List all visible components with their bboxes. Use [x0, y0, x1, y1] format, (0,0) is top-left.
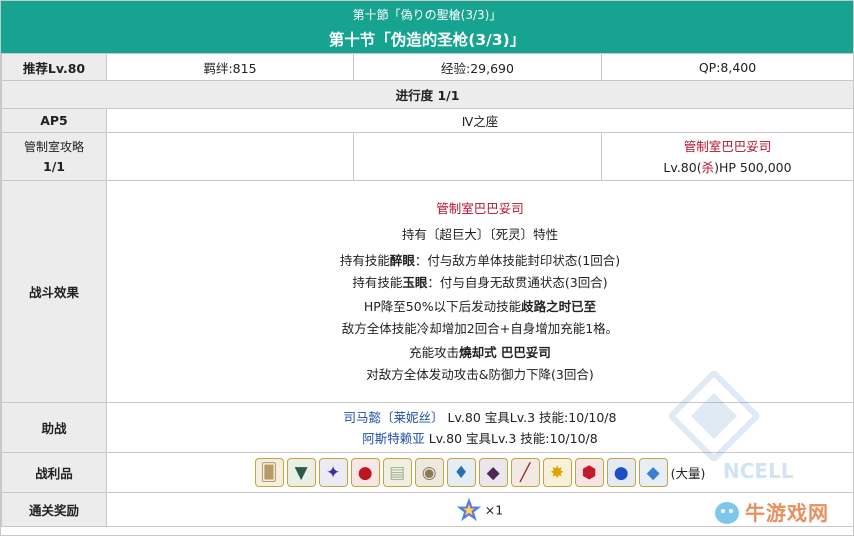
wave-label-line2: 1/1 [43, 158, 65, 174]
support-servant-1-link[interactable]: 司马懿〔莱妮丝〕 [344, 410, 444, 425]
blood-drop-icon[interactable]: ● [350, 458, 380, 487]
lantern-icon[interactable]: ♦ [446, 458, 476, 487]
support-row: 助战 司马懿〔莱妮丝〕 Lv.80 宝具Lv.3 技能:10/10/8 阿斯特赖… [1, 402, 854, 453]
enemy-class: 杀 [701, 159, 715, 175]
quest-header: 第十節「偽りの聖槍(3/3)」 第十节「伪造的圣枪(3/3)」 [1, 1, 853, 53]
map-scroll-icon[interactable]: ▤ [382, 458, 412, 487]
reward-count: ×1 [484, 502, 504, 517]
drops-suffix: (大量) [670, 466, 706, 481]
enemy-slot-empty-2 [353, 132, 602, 181]
skill1-line: 持有技能醉眼：付与敌方单体技能封印状态(1回合) [107, 253, 853, 269]
enemy-hp: )HP 500,000 [714, 159, 792, 175]
battle-effect-row: 战斗效果 管制室巴巴妥司 持有〔超巨大〕〔死灵〕特性 持有技能醉眼：付与敌方单体… [1, 180, 854, 403]
wave-label: 管制室攻略 1/1 [1, 132, 107, 181]
boss-name-link[interactable]: 管制室巴巴妥司 [107, 201, 853, 217]
np-prefix: 充能攻击 [409, 344, 460, 360]
craft-essence-icon[interactable]: 🂠 [254, 458, 284, 487]
support-content: 司马懿〔莱妮丝〕 Lv.80 宝具Lv.3 技能:10/10/8 阿斯特赖亚 L… [106, 402, 854, 453]
support-entry-1: 司马懿〔莱妮丝〕 Lv.80 宝具Lv.3 技能:10/10/8 [107, 407, 853, 428]
shell-icon[interactable]: ◉ [414, 458, 444, 487]
saint-quartz-icon[interactable] [456, 497, 482, 522]
skill2-prefix: 持有技能 [352, 274, 403, 290]
skill2-effect: ：付与自身无敌贯通状态(3回合) [427, 274, 608, 290]
quest-title-jp: 第十節「偽りの聖槍(3/3)」 [352, 8, 502, 22]
dragon-wing-icon[interactable]: ▼ [286, 458, 316, 487]
exp-points: 经验:29,690 [353, 53, 602, 81]
support-servant-1-detail: Lv.80 宝具Lv.3 技能:10/10/8 [443, 409, 617, 425]
hp-trigger-effect: 敌方全体技能冷却增加2回合+自身增加充能1格。 [341, 320, 619, 336]
skill1-prefix: 持有技能 [339, 252, 390, 268]
ap-row: AP5 Ⅳ之座 [1, 108, 854, 133]
dark-crystal-icon[interactable]: ◆ [478, 458, 508, 487]
drop-items: 🂠 ▼ ✦ ● ▤ ◉ ♦ ◆ ╱ ✸ ⬢ ● ◆ (大量) [107, 458, 853, 487]
battle-effect-content: 管制室巴巴妥司 持有〔超巨大〕〔死灵〕特性 持有技能醉眼：付与敌方单体技能封印状… [106, 180, 854, 403]
battle-effect-label: 战斗效果 [1, 180, 107, 403]
np-name: 燒却式 巴巴妥司 [459, 344, 551, 360]
bone-icon[interactable]: ╱ [510, 458, 540, 487]
qp-reward: QP:8,400 [601, 53, 854, 81]
recommended-level: 推荐Lv.80 [1, 53, 107, 81]
quest-title-cn: 第十节「伪造的圣枪(3/3)」 [328, 31, 526, 49]
enemy-level: Lv.80( [663, 159, 702, 175]
blue-orb-icon[interactable]: ● [606, 458, 636, 487]
support-entry-2: 阿斯特赖亚 Lv.80 宝具Lv.3 技能:10/10/8 [107, 428, 853, 449]
skill1-effect: ：付与敌方单体技能封印状态(1回合) [414, 252, 621, 268]
hp-trigger-line: HP降至50%以下后发动技能歧路之时已至 [107, 299, 853, 315]
drops-content: 🂠 ▼ ✦ ● ▤ ◉ ♦ ◆ ╱ ✸ ⬢ ● ◆ (大量) [106, 452, 854, 493]
enemy-stats: Lv.80(杀)HP 500,000 [602, 157, 853, 178]
enemy-slot-boss: 管制室巴巴妥司 Lv.80(杀)HP 500,000 [601, 132, 854, 181]
progress-label: 进行度 1/1 [1, 80, 854, 109]
clear-reward-label: 通关奖励 [1, 492, 107, 527]
enemy-slot-empty-1 [106, 132, 354, 181]
hp-trigger-prefix: HP降至50%以下后发动技能 [363, 298, 522, 314]
enemy-name-link[interactable]: 管制室巴巴妥司 [602, 136, 853, 157]
trait-line: 持有〔超巨大〕〔死灵〕特性 [401, 226, 559, 242]
quest-location: Ⅳ之座 [106, 108, 854, 133]
support-label: 助战 [1, 402, 107, 453]
red-gem-icon[interactable]: ⬢ [574, 458, 604, 487]
bond-points: 羁绊:815 [106, 53, 354, 81]
drops-label: 战利品 [1, 452, 107, 493]
wave-label-line1: 管制室攻略 [23, 139, 84, 154]
skill2-line: 持有技能玉眼：付与自身无敌贯通状态(3回合) [107, 275, 853, 291]
reward-row: 通关奖励 ×1 [1, 492, 854, 527]
skill1-name: 醉眼 [389, 252, 415, 268]
ap-cost: AP5 [1, 108, 107, 133]
gold-sparkle-icon[interactable]: ✸ [542, 458, 572, 487]
blue-crystal-icon[interactable]: ◆ [638, 458, 668, 487]
black-fang-icon[interactable]: ✦ [318, 458, 348, 487]
skill2-name: 玉眼 [402, 274, 428, 290]
support-servant-2-detail: Lv.80 宝具Lv.3 技能:10/10/8 [424, 430, 598, 446]
quest-panel: 第十節「偽りの聖槍(3/3)」 第十节「伪造的圣枪(3/3)」 推荐Lv.80 … [0, 0, 854, 536]
np-line: 充能攻击燒却式 巴巴妥司 [107, 345, 853, 361]
drops-row: 战利品 🂠 ▼ ✦ ● ▤ ◉ ♦ ◆ ╱ ✸ ⬢ ● ◆ (大量) [1, 452, 854, 493]
info-row: 推荐Lv.80 羁绊:815 经验:29,690 QP:8,400 [1, 53, 854, 81]
progress-row: 进行度 1/1 [1, 80, 854, 109]
support-servant-2-link[interactable]: 阿斯特赖亚 [362, 431, 425, 446]
clear-reward-content: ×1 [106, 492, 854, 527]
np-effect: 对敌方全体发动攻击&防御力下降(3回合) [366, 366, 594, 382]
hp-trigger-skill: 歧路之时已至 [521, 298, 597, 314]
quest-info-table: 推荐Lv.80 羁绊:815 经验:29,690 QP:8,400 进行度 1/… [1, 53, 854, 527]
enemy-row: 管制室攻略 1/1 管制室巴巴妥司 Lv.80(杀)HP 500,000 [1, 132, 854, 181]
